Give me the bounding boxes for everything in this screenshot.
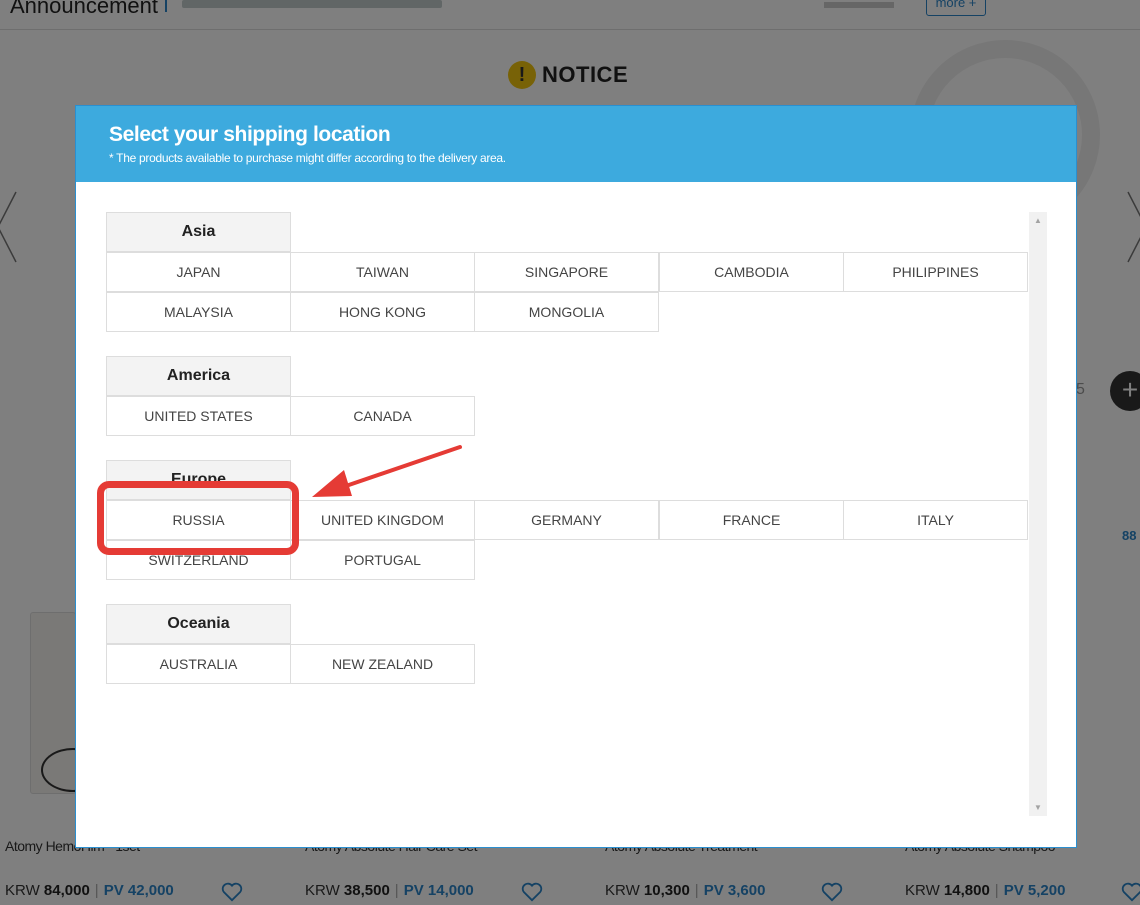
country-france[interactable]: FRANCE bbox=[659, 500, 844, 540]
country-portugal[interactable]: PORTUGAL bbox=[290, 540, 475, 580]
country-malaysia[interactable]: MALAYSIA bbox=[106, 292, 291, 332]
country-united-states[interactable]: UNITED STATES bbox=[106, 396, 291, 436]
region-heading: Asia bbox=[106, 212, 291, 252]
country-cambodia[interactable]: CAMBODIA bbox=[659, 252, 844, 292]
modal-title: Select your shipping location bbox=[109, 123, 391, 146]
country-japan[interactable]: JAPAN bbox=[106, 252, 291, 292]
country-italy[interactable]: ITALY bbox=[843, 500, 1028, 540]
country-taiwan[interactable]: TAIWAN bbox=[290, 252, 475, 292]
country-germany[interactable]: GERMANY bbox=[474, 500, 659, 540]
shipping-location-modal: Select your shipping location * The prod… bbox=[75, 105, 1077, 848]
region-heading: America bbox=[106, 356, 291, 396]
country-new-zealand[interactable]: NEW ZEALAND bbox=[290, 644, 475, 684]
scroll-up-icon[interactable]: ▲ bbox=[1029, 212, 1047, 229]
modal-subtitle: * The products available to purchase mig… bbox=[109, 151, 506, 165]
country-hong-kong[interactable]: HONG KONG bbox=[290, 292, 475, 332]
modal-header: Select your shipping location * The prod… bbox=[76, 106, 1076, 182]
annotation-highlight-box bbox=[97, 481, 299, 555]
country-canada[interactable]: CANADA bbox=[290, 396, 475, 436]
region-heading: Oceania bbox=[106, 604, 291, 644]
scrollbar[interactable]: ▲ ▼ bbox=[1029, 212, 1047, 816]
annotation-arrow-icon bbox=[312, 445, 462, 497]
scroll-down-icon[interactable]: ▼ bbox=[1029, 799, 1047, 816]
country-philippines[interactable]: PHILIPPINES bbox=[843, 252, 1028, 292]
country-mongolia[interactable]: MONGOLIA bbox=[474, 292, 659, 332]
country-australia[interactable]: AUSTRALIA bbox=[106, 644, 291, 684]
country-singapore[interactable]: SINGAPORE bbox=[474, 252, 659, 292]
